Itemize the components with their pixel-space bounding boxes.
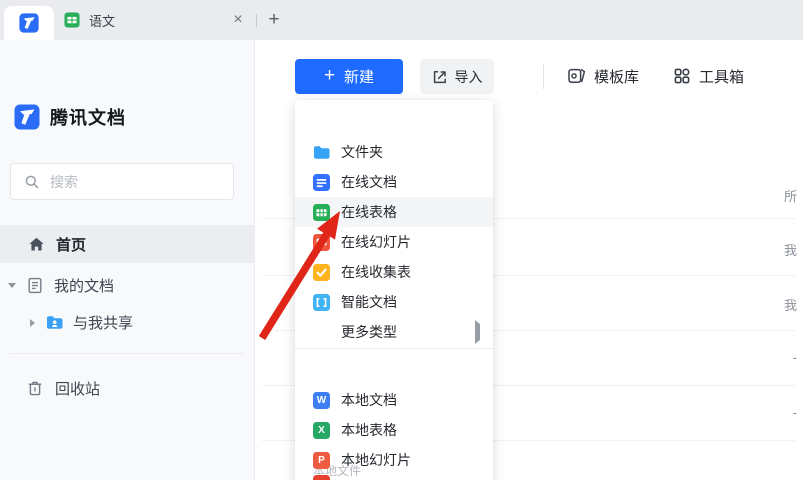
search-placeholder: 搜索 bbox=[50, 173, 78, 190]
owner-cell: - bbox=[792, 350, 797, 365]
shared-folder-icon bbox=[46, 315, 63, 330]
brand-title: 腾讯文档 bbox=[50, 108, 126, 128]
new-button-label: 新建 bbox=[344, 69, 375, 86]
tab-separator bbox=[256, 14, 257, 27]
menu-item-label: 本地表格 bbox=[341, 422, 397, 438]
sidebar-item-label: 我的文档 bbox=[54, 278, 115, 295]
tencent-docs-home: 语文 × + 腾讯文档 搜索 首页 我的文档 与我共享 回收站 + 新建 导入 … bbox=[0, 0, 803, 480]
menu-divider bbox=[295, 348, 493, 349]
menu-item-local-sheet[interactable]: X 本地表格 bbox=[295, 415, 493, 445]
sidebar-item-label: 与我共享 bbox=[73, 315, 134, 332]
menu-item-label: 更多类型 bbox=[341, 324, 397, 340]
tab-document[interactable]: 语文 bbox=[54, 0, 229, 40]
trash-icon bbox=[27, 380, 43, 397]
sidebar-item-my-docs[interactable]: 我的文档 bbox=[0, 267, 255, 304]
menu-item-online-slides[interactable]: 在线幻灯片 bbox=[295, 227, 493, 257]
tab-document-label: 语文 bbox=[89, 13, 116, 29]
sidebar-item-shared-with-me[interactable]: 与我共享 bbox=[0, 304, 255, 341]
sheet-tab-icon bbox=[64, 12, 80, 28]
template-library-label: 模板库 bbox=[594, 68, 640, 86]
menu-item-label: 在线文档 bbox=[341, 174, 397, 190]
owner-column-header: 所 bbox=[783, 189, 797, 204]
ppt-icon: P bbox=[313, 451, 330, 469]
menu-item-label: 本地幻灯片 bbox=[341, 452, 411, 468]
sidebar-item-label: 首页 bbox=[56, 236, 87, 254]
sidebar-item-label: 回收站 bbox=[55, 381, 101, 398]
menu-item-online-form[interactable]: 在线收集表 bbox=[295, 257, 493, 287]
excel-icon: X bbox=[313, 421, 330, 439]
search-input[interactable]: 搜索 bbox=[10, 163, 234, 200]
menu-item-label: 本地文档 bbox=[341, 392, 397, 408]
toolbox-label: 工具箱 bbox=[699, 68, 745, 86]
chevron-right-icon[interactable] bbox=[30, 318, 35, 327]
plus-icon: + bbox=[323, 65, 336, 86]
menu-item-folder[interactable]: 文件夹 bbox=[295, 137, 493, 167]
toolbox-button[interactable]: 工具箱 bbox=[673, 62, 744, 90]
document-icon bbox=[27, 277, 43, 294]
online-sheet-icon bbox=[313, 203, 330, 221]
brand: 腾讯文档 bbox=[14, 104, 126, 130]
chevron-right-icon bbox=[475, 320, 480, 344]
import-button[interactable]: 导入 bbox=[420, 59, 494, 94]
sidebar-item-home[interactable]: 首页 bbox=[0, 225, 255, 263]
menu-item-online-doc[interactable]: 在线文档 bbox=[295, 167, 493, 197]
menu-item-online-sheet[interactable]: 在线表格 bbox=[295, 197, 493, 227]
toolbox-grid-icon bbox=[673, 67, 691, 85]
browser-tab-bar: 语文 × + bbox=[0, 0, 803, 40]
owner-cell: 我 bbox=[783, 298, 797, 313]
folder-icon bbox=[313, 144, 330, 161]
sidebar: 腾讯文档 搜索 首页 我的文档 与我共享 回收站 bbox=[0, 40, 255, 480]
menu-item-label: 在线收集表 bbox=[341, 264, 411, 280]
import-button-label: 导入 bbox=[454, 68, 483, 85]
tab-close-icon[interactable]: × bbox=[228, 0, 248, 40]
menu-item-label: 在线幻灯片 bbox=[341, 234, 411, 250]
owner-cell: - bbox=[792, 405, 797, 420]
template-library-icon bbox=[567, 67, 586, 85]
owner-cell: 我 bbox=[783, 243, 797, 258]
menu-item-local-doc[interactable]: W 本地文档 bbox=[295, 385, 493, 415]
chevron-down-icon[interactable] bbox=[8, 283, 16, 288]
word-icon: W bbox=[313, 391, 330, 409]
online-form-icon bbox=[313, 263, 330, 281]
import-icon bbox=[432, 69, 448, 85]
menu-item-label: 文件夹 bbox=[341, 144, 383, 160]
menu-item-smart-doc[interactable]: 智能文档 bbox=[295, 287, 493, 317]
new-tab-icon[interactable]: + bbox=[263, 0, 285, 40]
online-slides-icon bbox=[313, 233, 330, 251]
menu-item-more-types[interactable]: 更多类型 bbox=[295, 317, 493, 347]
tencent-docs-logo-icon bbox=[14, 104, 40, 130]
tencent-docs-logo-icon bbox=[19, 13, 39, 33]
new-document-menu: 在线文档 文件夹 在线文档 bbox=[295, 100, 493, 480]
online-doc-icon bbox=[313, 173, 330, 191]
partial-menu-icon bbox=[313, 475, 330, 480]
toolbar-divider bbox=[543, 64, 544, 89]
menu-item-label: 智能文档 bbox=[341, 294, 397, 310]
new-button[interactable]: + 新建 bbox=[295, 59, 403, 94]
menu-item-local-slides[interactable]: P 本地幻灯片 bbox=[295, 445, 493, 475]
sidebar-item-recycle-bin[interactable]: 回收站 bbox=[0, 370, 255, 407]
template-library-button[interactable]: 模板库 bbox=[567, 62, 639, 90]
sidebar-divider bbox=[10, 353, 245, 354]
smart-doc-icon bbox=[313, 293, 330, 311]
menu-item-label: 在线表格 bbox=[341, 204, 397, 220]
tab-home[interactable] bbox=[4, 6, 54, 40]
home-icon bbox=[28, 236, 45, 253]
search-icon bbox=[24, 174, 40, 190]
